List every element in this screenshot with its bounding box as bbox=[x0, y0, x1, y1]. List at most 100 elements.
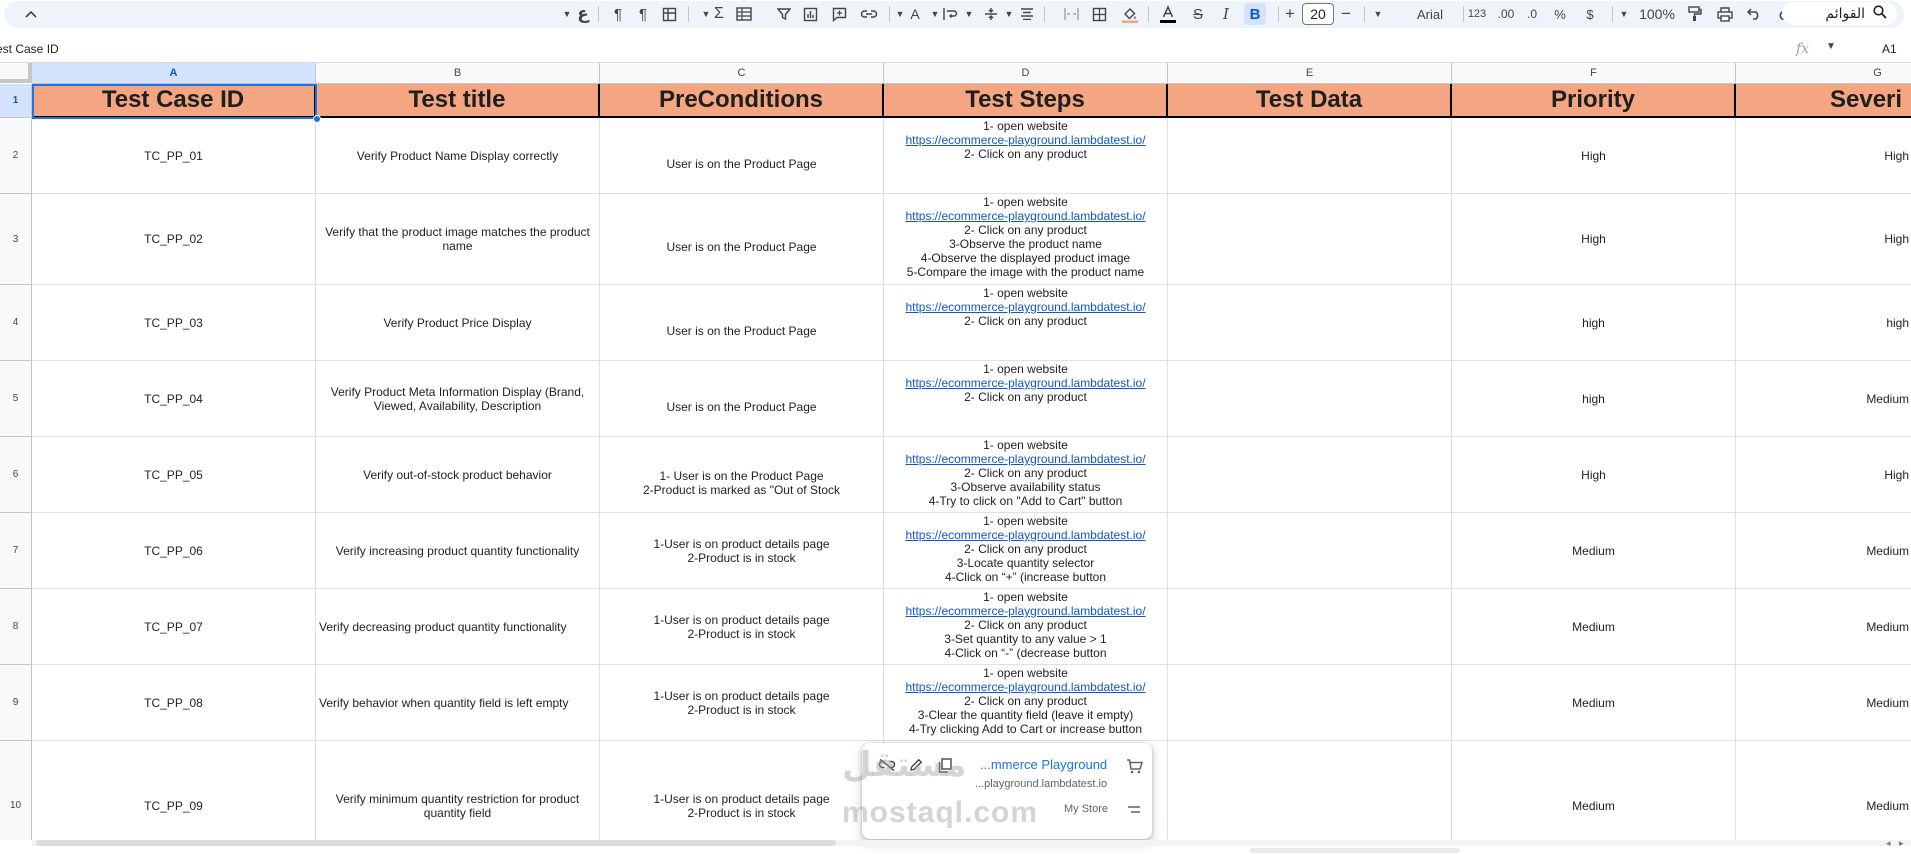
header-cell-severity[interactable]: Severi bbox=[1736, 84, 1911, 118]
functions-sigma-icon[interactable]: Σ bbox=[711, 3, 727, 25]
test-title-cell[interactable]: Verify that the product image matches th… bbox=[316, 194, 600, 285]
test-steps-cell[interactable]: 1- open website https://ecommerce-playgro… bbox=[884, 194, 1168, 285]
font-size-input[interactable]: 20 bbox=[1302, 3, 1334, 25]
font-family-dropdown-icon[interactable]: ▼ bbox=[1372, 3, 1384, 25]
step-link[interactable]: https://ecommerce-playground.lambdatest.… bbox=[905, 300, 1145, 314]
test-title-cell[interactable]: Verify decreasing product quantity funct… bbox=[316, 589, 600, 665]
test-data-cell[interactable] bbox=[1168, 665, 1452, 741]
header-cell-preconditions[interactable]: PreConditions bbox=[600, 84, 884, 118]
select-all-corner[interactable] bbox=[0, 63, 32, 83]
column-header-f[interactable]: F bbox=[1452, 63, 1736, 84]
step-link[interactable]: https://ecommerce-playground.lambdatest.… bbox=[905, 528, 1145, 542]
test-title-cell[interactable]: Verify increasing product quantity funct… bbox=[316, 513, 600, 589]
step-link[interactable]: https://ecommerce-playground.lambdatest.… bbox=[905, 133, 1145, 147]
row-header[interactable]: 2 bbox=[0, 118, 32, 194]
test-steps-cell[interactable]: 1- open website https://ecommerce-playgro… bbox=[884, 361, 1168, 437]
row-header[interactable]: 6 bbox=[0, 437, 32, 513]
severity-cell[interactable]: Medium bbox=[1736, 361, 1911, 437]
column-header-a[interactable]: A bbox=[32, 63, 316, 84]
test-steps-cell[interactable]: 1- open website https://ecommerce-playgro… bbox=[884, 513, 1168, 589]
column-header-c[interactable]: C bbox=[600, 63, 884, 84]
test-data-cell[interactable] bbox=[1168, 513, 1452, 589]
test-case-id-cell[interactable]: TC_PP_01 bbox=[32, 118, 316, 194]
test-case-id-cell[interactable]: TC_PP_03 bbox=[32, 285, 316, 361]
scroll-right-arrow-icon[interactable]: ▸ bbox=[1899, 838, 1904, 849]
increase-decimal-button[interactable]: .00 bbox=[1495, 3, 1517, 25]
header-cell-test-data[interactable]: Test Data bbox=[1168, 84, 1452, 118]
priority-cell[interactable]: high bbox=[1452, 361, 1736, 437]
column-header-e[interactable]: E bbox=[1168, 63, 1452, 84]
text-wrap-icon[interactable] bbox=[941, 3, 959, 25]
test-data-cell[interactable] bbox=[1168, 194, 1452, 285]
row-header[interactable]: 5 bbox=[0, 361, 32, 437]
test-data-cell[interactable] bbox=[1168, 118, 1452, 194]
test-title-cell[interactable]: Verify minimum quantity restriction for … bbox=[316, 741, 600, 840]
header-cell-priority[interactable]: Priority bbox=[1452, 84, 1736, 118]
priority-cell[interactable]: High bbox=[1452, 437, 1736, 513]
zoom-select[interactable]: 100% bbox=[1636, 3, 1678, 25]
row-header[interactable]: 3 bbox=[0, 194, 32, 285]
preconditions-cell[interactable]: 1-User is on product details page 2-Produ… bbox=[600, 665, 884, 741]
priority-cell[interactable]: high bbox=[1452, 285, 1736, 361]
row-header[interactable]: 1 bbox=[0, 84, 32, 118]
step-link[interactable]: https://ecommerce-playground.lambdatest.… bbox=[905, 376, 1145, 390]
test-case-id-cell[interactable]: TC_PP_09 bbox=[32, 741, 316, 840]
percent-format-button[interactable]: % bbox=[1552, 3, 1568, 25]
insert-comment-icon[interactable] bbox=[830, 3, 848, 25]
priority-cell[interactable]: High bbox=[1452, 118, 1736, 194]
row-header[interactable]: 10 bbox=[0, 741, 32, 840]
test-case-id-cell[interactable]: TC_PP_06 bbox=[32, 513, 316, 589]
collapse-menu-chevron-icon[interactable] bbox=[22, 3, 40, 25]
formula-input[interactable]: est Case ID bbox=[0, 42, 59, 56]
print-icon[interactable] bbox=[1716, 3, 1734, 25]
more-formats-button[interactable]: 123 bbox=[1464, 3, 1490, 25]
insert-chart-icon[interactable] bbox=[801, 3, 819, 25]
step-link[interactable]: https://ecommerce-playground.lambdatest.… bbox=[905, 604, 1145, 618]
column-header-d[interactable]: D bbox=[884, 63, 1168, 84]
step-link[interactable]: https://ecommerce-playground.lambdatest.… bbox=[905, 680, 1145, 694]
priority-cell[interactable]: Medium bbox=[1452, 589, 1736, 665]
bold-button[interactable]: B bbox=[1244, 3, 1266, 25]
preconditions-cell[interactable]: User is on the Product Page bbox=[600, 118, 884, 194]
menus-search-box[interactable]: القوائم bbox=[1782, 2, 1897, 25]
step-link[interactable]: https://ecommerce-playground.lambdatest.… bbox=[905, 209, 1145, 223]
test-title-cell[interactable]: Verify out-of-stock product behavior bbox=[316, 437, 600, 513]
insert-link-icon[interactable] bbox=[859, 3, 879, 25]
remove-link-icon[interactable] bbox=[878, 756, 896, 774]
horizontal-scrollbar-thumb[interactable] bbox=[36, 840, 836, 846]
text-direction-rtl-icon[interactable]: ¶ bbox=[610, 3, 626, 25]
text-color-icon[interactable] bbox=[1158, 3, 1178, 25]
test-data-cell[interactable] bbox=[1168, 437, 1452, 513]
zoom-dropdown-icon[interactable]: ▼ bbox=[1618, 3, 1630, 25]
row-header[interactable]: 4 bbox=[0, 285, 32, 361]
name-box-dropdown-icon[interactable]: ▼ bbox=[1826, 41, 1836, 52]
priority-cell[interactable]: Medium bbox=[1452, 665, 1736, 741]
column-header-b[interactable]: B bbox=[316, 63, 600, 84]
priority-cell[interactable]: High bbox=[1452, 194, 1736, 285]
test-steps-cell[interactable]: 1- open website https://ecommerce-playgro… bbox=[884, 437, 1168, 513]
test-steps-cell[interactable]: 1- open website https://ecommerce-playgro… bbox=[884, 285, 1168, 361]
text-rotation-icon[interactable]: A bbox=[906, 3, 924, 25]
severity-cell[interactable]: High bbox=[1736, 437, 1911, 513]
preconditions-cell[interactable]: User is on the Product Page bbox=[600, 285, 884, 361]
preconditions-cell[interactable]: 1-User is on product details page 2-Produ… bbox=[600, 741, 884, 840]
test-data-cell[interactable] bbox=[1168, 589, 1452, 665]
name-box[interactable]: A1 bbox=[1882, 42, 1897, 56]
test-title-cell[interactable]: Verify behavior when quantity field is l… bbox=[316, 665, 600, 741]
fill-color-icon[interactable] bbox=[1121, 3, 1139, 25]
decrease-font-size-button[interactable]: − bbox=[1338, 3, 1354, 25]
text-direction-ltr-icon[interactable]: ¶ bbox=[635, 3, 651, 25]
severity-cell[interactable]: Medium bbox=[1736, 589, 1911, 665]
severity-cell[interactable]: Medium bbox=[1736, 741, 1911, 840]
row-header[interactable]: 8 bbox=[0, 589, 32, 665]
test-data-cell[interactable] bbox=[1168, 361, 1452, 437]
preconditions-cell[interactable]: 1-User is on product details page 2-Produ… bbox=[600, 589, 884, 665]
test-title-cell[interactable]: Verify Product Meta Information Display … bbox=[316, 361, 600, 437]
header-cell-test-steps[interactable]: Test Steps bbox=[884, 84, 1168, 118]
severity-cell[interactable]: Medium bbox=[1736, 665, 1911, 741]
test-data-cell[interactable] bbox=[1168, 741, 1452, 840]
merge-cells-icon[interactable] bbox=[1062, 3, 1080, 25]
header-cell-test-title[interactable]: Test title bbox=[316, 84, 600, 118]
severity-cell[interactable]: High bbox=[1736, 194, 1911, 285]
test-case-id-cell[interactable]: TC_PP_04 bbox=[32, 361, 316, 437]
